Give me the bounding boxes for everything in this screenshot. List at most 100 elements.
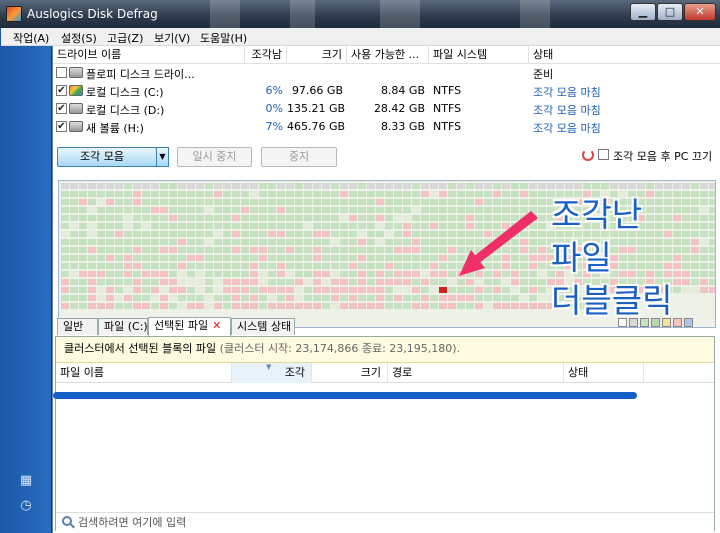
cluster-block[interactable]	[403, 199, 411, 205]
cluster-block[interactable]	[646, 183, 654, 189]
cluster-block[interactable]	[124, 279, 132, 285]
cluster-block[interactable]	[538, 191, 546, 197]
col-fragmented[interactable]: 조각남	[245, 46, 287, 64]
cluster-block[interactable]	[529, 295, 537, 301]
cluster-block[interactable]	[520, 191, 528, 197]
cluster-block[interactable]	[466, 207, 474, 213]
cluster-block[interactable]	[88, 199, 96, 205]
cluster-block[interactable]	[241, 183, 249, 189]
cluster-block[interactable]	[178, 239, 186, 245]
cluster-block[interactable]	[88, 239, 96, 245]
cluster-block[interactable]	[187, 279, 195, 285]
col-status[interactable]: 상태	[529, 46, 720, 64]
cluster-block[interactable]	[331, 215, 339, 221]
cluster-block[interactable]	[250, 303, 258, 309]
cluster-block[interactable]	[241, 279, 249, 285]
cluster-block[interactable]	[205, 223, 213, 229]
cluster-block[interactable]	[88, 263, 96, 269]
cluster-block[interactable]	[331, 255, 339, 261]
cluster-block[interactable]	[538, 263, 546, 269]
cluster-block[interactable]	[502, 255, 510, 261]
defrag-dropdown-arrow-icon[interactable]: ▼	[156, 147, 169, 167]
cluster-block[interactable]	[106, 271, 114, 277]
cluster-block[interactable]	[277, 287, 285, 293]
cluster-block[interactable]	[151, 239, 159, 245]
cluster-block[interactable]	[151, 263, 159, 269]
cluster-block[interactable]	[430, 263, 438, 269]
cluster-block[interactable]	[187, 263, 195, 269]
cluster-block[interactable]	[466, 231, 474, 237]
cluster-block[interactable]	[466, 271, 474, 277]
cluster-block[interactable]	[421, 287, 429, 293]
cluster-block[interactable]	[277, 295, 285, 301]
cluster-block[interactable]	[538, 303, 546, 309]
tab-3[interactable]: 시스템 상태	[231, 318, 295, 335]
cluster-block[interactable]	[340, 279, 348, 285]
cluster-block[interactable]	[214, 215, 222, 221]
cluster-block[interactable]	[160, 271, 168, 277]
cluster-block[interactable]	[295, 295, 303, 301]
cluster-block[interactable]	[88, 247, 96, 253]
col-size[interactable]: 크기	[287, 46, 347, 64]
cluster-block[interactable]	[358, 271, 366, 277]
cluster-block[interactable]	[268, 303, 276, 309]
cluster-block[interactable]	[349, 247, 357, 253]
cluster-block[interactable]	[385, 215, 393, 221]
cluster-block[interactable]	[502, 191, 510, 197]
cluster-block[interactable]	[268, 191, 276, 197]
cluster-block[interactable]	[250, 231, 258, 237]
cluster-block[interactable]	[214, 303, 222, 309]
cluster-block[interactable]	[448, 191, 456, 197]
cluster-block[interactable]	[520, 223, 528, 229]
cluster-block[interactable]	[358, 199, 366, 205]
cluster-block[interactable]	[295, 183, 303, 189]
cluster-block[interactable]	[403, 231, 411, 237]
cluster-block[interactable]	[70, 199, 78, 205]
cluster-block[interactable]	[367, 199, 375, 205]
cluster-block[interactable]	[430, 207, 438, 213]
cluster-block[interactable]	[421, 223, 429, 229]
drive-status[interactable]: 조각 모음 마침	[533, 120, 601, 136]
cluster-block[interactable]	[61, 239, 69, 245]
col-free-space[interactable]: 사용 가능한 ...	[347, 46, 429, 64]
cluster-block[interactable]	[367, 191, 375, 197]
cluster-block[interactable]	[358, 191, 366, 197]
cluster-block[interactable]	[358, 255, 366, 261]
cluster-block[interactable]	[169, 231, 177, 237]
cluster-block[interactable]	[151, 295, 159, 301]
cluster-block[interactable]	[457, 191, 465, 197]
cluster-block[interactable]	[547, 183, 555, 189]
cluster-block[interactable]	[538, 215, 546, 221]
cluster-block[interactable]	[376, 263, 384, 269]
cluster-block[interactable]	[88, 295, 96, 301]
cluster-block[interactable]	[223, 287, 231, 293]
cluster-block[interactable]	[106, 191, 114, 197]
cluster-block[interactable]	[448, 239, 456, 245]
cluster-block[interactable]	[259, 255, 267, 261]
cluster-block[interactable]	[493, 303, 501, 309]
cluster-block[interactable]	[502, 247, 510, 253]
cluster-block[interactable]	[79, 287, 87, 293]
cluster-block[interactable]	[322, 303, 330, 309]
cluster-block[interactable]	[340, 247, 348, 253]
cluster-block[interactable]	[313, 239, 321, 245]
cluster-block[interactable]	[376, 247, 384, 253]
cluster-block[interactable]	[214, 287, 222, 293]
cluster-block[interactable]	[196, 303, 204, 309]
cluster-block[interactable]	[466, 215, 474, 221]
cluster-block[interactable]	[493, 263, 501, 269]
cluster-block[interactable]	[331, 207, 339, 213]
cluster-block[interactable]	[178, 295, 186, 301]
cluster-block[interactable]	[133, 239, 141, 245]
col-file-name[interactable]: 파일 이름	[56, 363, 232, 383]
menu-settings[interactable]: 설정(S)	[61, 30, 97, 46]
col-fragments[interactable]: ▼ 조각	[232, 363, 312, 383]
cluster-block[interactable]	[313, 279, 321, 285]
cluster-block[interactable]	[124, 295, 132, 301]
tab-1[interactable]: 파일 (C:)	[98, 318, 148, 335]
cluster-block[interactable]	[223, 223, 231, 229]
cluster-block[interactable]	[538, 287, 546, 293]
cluster-block[interactable]	[196, 191, 204, 197]
cluster-block[interactable]	[457, 183, 465, 189]
cluster-block[interactable]	[241, 207, 249, 213]
